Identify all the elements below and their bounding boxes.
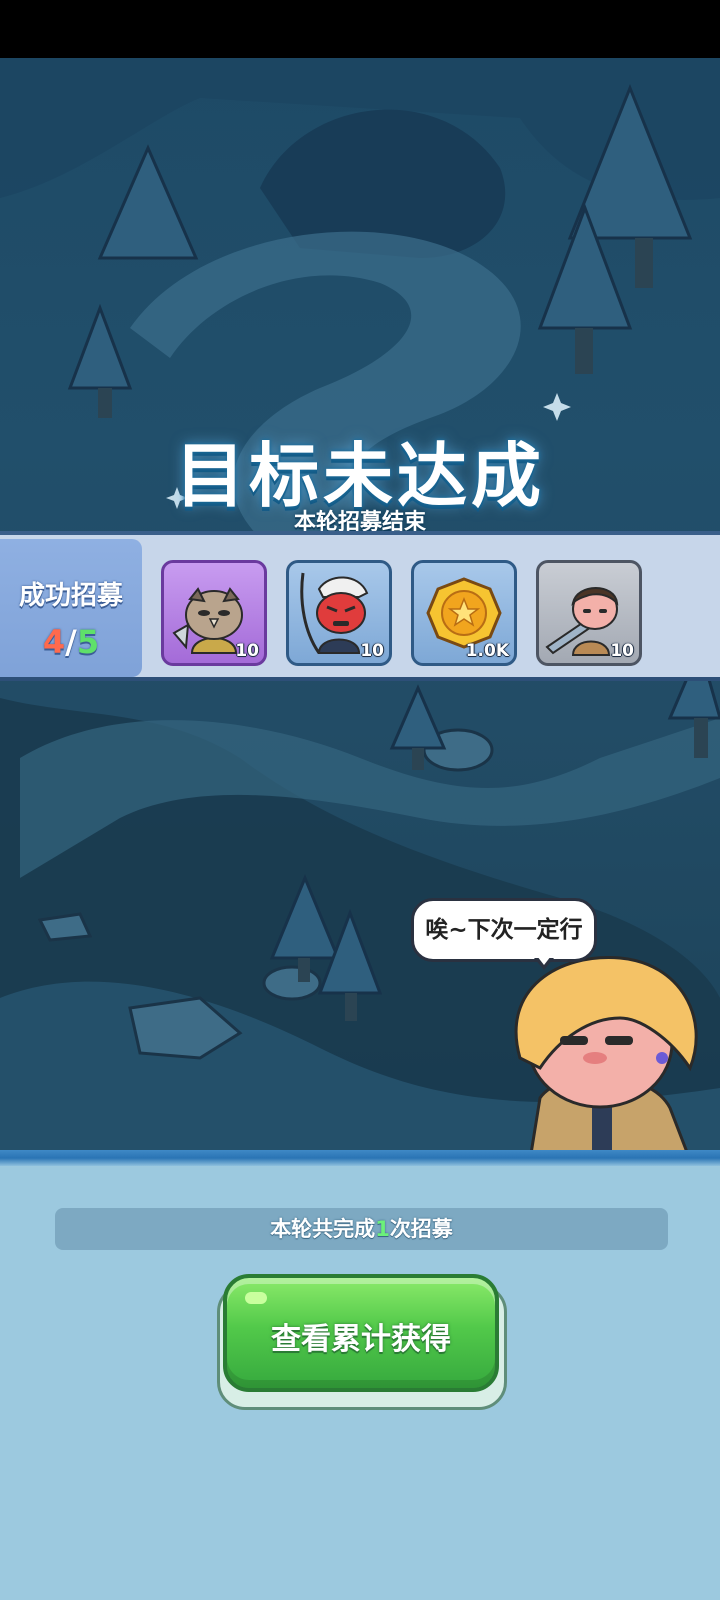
reward-card-gold-coin[interactable]: 1.0K [411, 560, 517, 666]
view-cumulative-button-label: 查看累计获得 [271, 1322, 451, 1357]
reward-card-swordsman[interactable]: 10 [536, 560, 642, 666]
reward-qty: 10 [360, 641, 384, 661]
speech-bubble: 唉~下次一定行 [411, 898, 597, 962]
summary-prefix: 本轮共完成 [270, 1217, 376, 1241]
recruit-success-label: 成功招募 [18, 581, 123, 611]
recruit-results-band: 成功招募 4/5 10 10 1.0K 10 [0, 531, 720, 681]
reward-card-red-samurai[interactable]: 10 [286, 560, 392, 666]
recruit-current: 4 [42, 623, 66, 661]
recruit-summary: 本轮共完成1次招募 [55, 1208, 668, 1250]
status-bar [0, 0, 720, 58]
bottom-panel-edge [0, 1150, 720, 1166]
guide-character [514, 956, 698, 1160]
view-cumulative-button-wrap: 查看累计获得 [213, 1270, 509, 1420]
view-cumulative-button[interactable]: 查看累计获得 [223, 1274, 499, 1392]
reward-qty: 10 [235, 641, 259, 661]
summary-count: 1 [375, 1217, 390, 1241]
recruit-count: 4/5 [0, 623, 142, 661]
reward-qty: 1.0K [465, 641, 509, 661]
game-scene: 目标未达成 本轮招募结束 成功招募 4/5 10 10 1.0K 10 [0, 58, 720, 1160]
reward-card-owl-warrior[interactable]: 10 [161, 560, 267, 666]
speech-bubble-tail-inner [537, 956, 551, 965]
recruit-separator: / [65, 623, 77, 661]
summary-suffix: 次招募 [389, 1217, 453, 1241]
recruit-count-box: 成功招募 4/5 [0, 539, 142, 677]
recruit-total: 5 [76, 623, 100, 661]
reward-qty: 10 [610, 641, 634, 661]
button-gloss [245, 1292, 267, 1304]
